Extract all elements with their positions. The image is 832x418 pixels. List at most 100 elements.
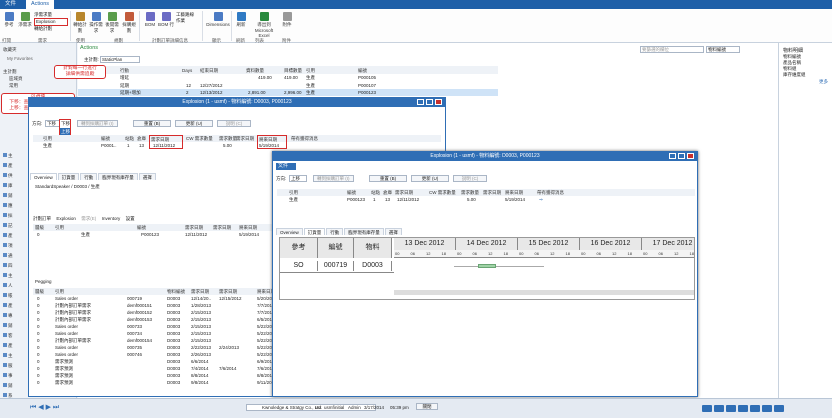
- module-item[interactable]: 應: [3, 203, 13, 209]
- module-item[interactable]: 產: [3, 343, 13, 349]
- transfer-plan-item[interactable]: 轉給計劃: [34, 26, 68, 32]
- tab-overview[interactable]: Overview: [30, 173, 57, 180]
- module-item[interactable]: 四: [3, 263, 13, 269]
- operation-demand-button[interactable]: 操作需求: [88, 12, 104, 34]
- filter-field-select[interactable]: 物料編號: [706, 46, 740, 53]
- filter-input[interactable]: 要篩選的欄位: [640, 46, 704, 53]
- pegging-header[interactable]: Pegging: [35, 279, 52, 284]
- module-item[interactable]: 供: [3, 173, 13, 179]
- gantt-bar[interactable]: [478, 264, 496, 268]
- module-item[interactable]: 記: [3, 223, 13, 229]
- demand-link[interactable]: 需求(E): [81, 216, 96, 221]
- module-item[interactable]: 事: [3, 373, 13, 379]
- module-item[interactable]: 產: [3, 233, 13, 239]
- explosion-link[interactable]: Explosion: [56, 216, 76, 221]
- maximize-button[interactable]: [426, 99, 433, 105]
- update-button[interactable]: 更新 (U): [175, 120, 213, 127]
- settings-link[interactable]: 設置: [126, 216, 135, 221]
- reset-button[interactable]: 重置 (B): [369, 175, 407, 182]
- inventory-link[interactable]: Inventory: [102, 216, 121, 221]
- tree-node[interactable]: StandardSpeaker / D0003 / 生產: [35, 184, 100, 190]
- my-favorites-item[interactable]: My Favorites: [7, 56, 33, 61]
- tab-order-qty[interactable]: 訂貨量: [57, 173, 80, 180]
- reset-button[interactable]: 重置 (B): [133, 120, 171, 127]
- minimize-button[interactable]: [669, 153, 676, 159]
- layout-icon[interactable]: [738, 405, 748, 412]
- module-item[interactable]: 庫: [3, 183, 13, 189]
- explain-button[interactable]: 說明 (C): [453, 175, 487, 182]
- operation-item[interactable]: 作業: [176, 18, 194, 24]
- module-item[interactable]: 帳: [3, 293, 13, 299]
- module-item[interactable]: 專: [3, 313, 13, 319]
- main-plan-header[interactable]: 主計劃: [3, 69, 17, 75]
- update-button[interactable]: 更新 (U): [411, 175, 449, 182]
- module-item[interactable]: 主: [3, 353, 13, 359]
- dimensions-button[interactable]: Dimensions: [205, 12, 231, 27]
- tab-critical-stock[interactable]: 臨界現有庫存量: [344, 228, 384, 235]
- bom-button[interactable]: BOM: [142, 12, 158, 27]
- explain-button[interactable]: 說明 (C): [217, 120, 251, 127]
- tab-select[interactable]: 選擇: [384, 228, 402, 235]
- tab-select[interactable]: 選擇: [138, 173, 156, 180]
- purchase-plan-button[interactable]: 採購規劃: [121, 12, 137, 34]
- goto-po-button[interactable]: 轉到採購訂單 (I): [77, 120, 118, 127]
- module-item[interactable]: 服: [3, 363, 13, 369]
- module-item[interactable]: 銷: [3, 193, 13, 199]
- reference-button[interactable]: 參考: [1, 12, 17, 28]
- close-form-button[interactable]: 關閉: [416, 403, 438, 410]
- goto-po-button[interactable]: 轉到採購訂單 (I): [313, 175, 354, 182]
- planned-order-link[interactable]: 計劃訂單: [33, 216, 51, 221]
- first-page-icon[interactable]: ⏮ ◀ ▶ ⏭: [30, 404, 59, 411]
- post-demand-button[interactable]: 後開需求: [104, 12, 120, 34]
- direction-select[interactable]: 上移: [289, 175, 307, 182]
- layout-icon[interactable]: [774, 405, 784, 412]
- table-row[interactable]: 增延 419.00 419.00 生產 P000105: [78, 74, 498, 81]
- table-row[interactable]: 延期 12 12/27/2012 生產 P000107: [78, 82, 498, 89]
- refresh-button[interactable]: 刷新: [233, 12, 249, 28]
- tab-action[interactable]: 行動: [326, 228, 344, 235]
- layout-icon[interactable]: [750, 405, 760, 412]
- attachments-button[interactable]: 附件: [279, 12, 295, 28]
- maximize-button[interactable]: [678, 153, 685, 159]
- net-requirements-button[interactable]: 淨需求: [17, 12, 33, 28]
- module-item[interactable]: 採: [3, 213, 13, 219]
- layout-icon[interactable]: [714, 405, 724, 412]
- module-item[interactable]: 通: [3, 253, 13, 259]
- bom-line-button[interactable]: BOM 行: [158, 12, 174, 28]
- plan-select[interactable]: StaticPlan: [100, 56, 140, 63]
- module-item[interactable]: 銷: [3, 383, 13, 389]
- explosion-button[interactable]: Explosion: [34, 18, 68, 26]
- table-row-selected[interactable]: 延期+增加 2 12/13/2012 2,891.00 2,996.00 生產 …: [78, 89, 498, 96]
- tab-order-qty[interactable]: 訂貨量: [303, 228, 326, 235]
- module-item[interactable]: 銷: [3, 323, 13, 329]
- module-item[interactable]: 人: [3, 283, 13, 289]
- minimize-button[interactable]: [417, 99, 424, 105]
- common-link[interactable]: 常用: [9, 83, 18, 89]
- forecast-button[interactable]: 轉給計劃: [72, 12, 88, 34]
- table-row[interactable]: 生產 P000123 1 13 12/11/2012 5.00 5/19/201…: [277, 197, 695, 203]
- module-item[interactable]: 產: [3, 163, 13, 169]
- table-row[interactable]: 0 生產 P000123 12/11/2012 5/19/2014: [33, 232, 283, 238]
- layout-icon[interactable]: [702, 405, 712, 412]
- col-days[interactable]: Days: [182, 68, 192, 73]
- option-down[interactable]: 下移: [60, 120, 70, 128]
- layout-icon[interactable]: [762, 405, 772, 412]
- area-page-link[interactable]: 區域頁: [9, 76, 23, 82]
- tab-file[interactable]: 文件: [0, 0, 21, 9]
- gantt-scrollbar[interactable]: [394, 290, 694, 295]
- module-item[interactable]: 產: [3, 303, 13, 309]
- favorites-header[interactable]: 收藏夾: [3, 47, 17, 53]
- layout-icon[interactable]: [726, 405, 736, 412]
- close-button[interactable]: [435, 99, 442, 105]
- tab-critical-stock[interactable]: 臨界現有庫存量: [98, 173, 138, 180]
- tab-action[interactable]: 行動: [80, 173, 98, 180]
- close-button[interactable]: [687, 153, 694, 159]
- module-item[interactable]: 客: [3, 333, 13, 339]
- file-menu[interactable]: 文件: [276, 163, 296, 170]
- module-item[interactable]: 主: [3, 153, 13, 159]
- more-link[interactable]: 更多: [819, 79, 828, 85]
- module-item[interactable]: 項: [3, 243, 13, 249]
- tab-actions[interactable]: Actions: [26, 0, 55, 9]
- export-excel-button[interactable]: 導出到 Microsoft Excel: [251, 12, 277, 38]
- table-row[interactable]: 生產 P0001.. 1 13 12/11/2012 5.00 5/19/201…: [33, 143, 441, 149]
